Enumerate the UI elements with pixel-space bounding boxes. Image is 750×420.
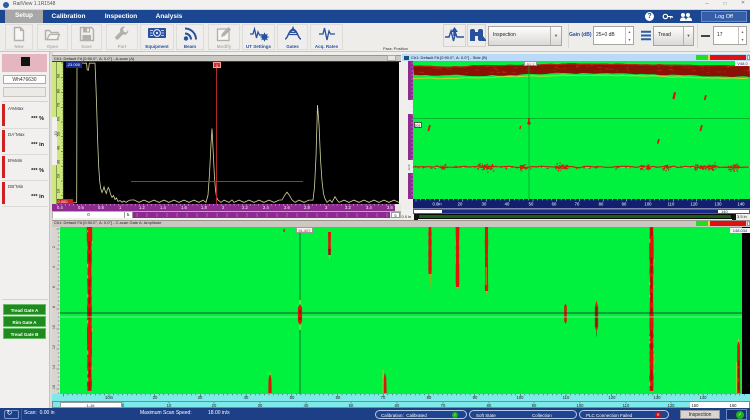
svg-text:120: 120 [691,202,699,207]
svg-text:3.2: 3.2 [345,205,351,210]
svg-text:1.6: 1.6 [181,205,187,210]
svg-text:20: 20 [57,173,61,178]
svg-text:2.6: 2.6 [284,205,290,210]
svg-text:60: 60 [57,116,61,121]
svg-text:110: 110 [563,395,570,400]
svg-text:150: 150 [692,402,700,407]
svg-text:10: 10 [57,188,61,193]
svg-text:20: 20 [458,202,463,207]
svg-text:40: 40 [304,402,309,407]
svg-text:10: 10 [52,325,56,329]
svg-text:10in: 10in [105,395,114,400]
svg-text:110: 110 [623,402,630,407]
svg-text:50: 50 [529,202,534,207]
svg-text:4: 4 [52,266,56,268]
svg-text:16: 16 [52,385,56,389]
svg-text:3.4: 3.4 [366,205,372,210]
svg-text:2.4: 2.4 [263,205,269,210]
svg-text:-0.5: -0.5 [408,164,411,171]
svg-text:70: 70 [57,102,61,107]
svg-text:12: 12 [52,345,56,349]
svg-text:100: 100 [577,402,585,407]
svg-text:0.0in: 0.0in [432,202,442,207]
svg-text:20: 20 [153,395,158,400]
svg-text:0.6: 0.6 [78,205,84,210]
svg-text:70: 70 [575,202,580,207]
svg-text:30: 30 [482,202,487,207]
svg-text:30: 30 [57,159,61,164]
svg-text:6: 6 [52,286,56,288]
svg-text:50: 50 [57,131,61,136]
svg-text:120: 120 [668,402,676,407]
svg-text:8: 8 [52,306,56,308]
svg-text:90: 90 [473,395,478,400]
svg-text:80: 80 [599,202,604,207]
svg-text:100: 100 [645,202,653,207]
svg-text:0: 0 [122,402,125,407]
svg-text:2: 2 [52,246,56,248]
svg-text:50: 50 [349,402,354,407]
svg-text:110: 110 [668,202,675,207]
svg-text:10: 10 [167,402,172,407]
svg-text:0.4: 0.4 [57,205,63,210]
svg-text:60: 60 [336,395,341,400]
svg-text:1.8: 1.8 [201,205,207,210]
svg-text:14: 14 [52,365,56,369]
svg-text:80: 80 [427,395,432,400]
svg-text:90: 90 [532,402,537,407]
svg-text:0.8: 0.8 [98,205,104,210]
svg-text:2.2: 2.2 [242,205,248,210]
svg-text:20: 20 [212,402,217,407]
svg-text:1.4: 1.4 [160,205,166,210]
svg-text:70: 70 [441,402,446,407]
svg-text:3.6: 3.6 [387,205,393,210]
svg-text:80: 80 [57,88,61,93]
svg-text:2.8: 2.8 [304,205,310,210]
svg-text:1.2: 1.2 [139,205,145,210]
svg-text:50: 50 [290,395,295,400]
svg-text:160: 160 [730,402,738,407]
svg-text:140: 140 [738,202,746,207]
svg-text:90: 90 [622,202,627,207]
svg-text:60: 60 [395,402,400,407]
svg-text:80: 80 [487,402,492,407]
svg-text:130: 130 [715,202,723,207]
svg-text:60: 60 [552,202,557,207]
svg-text:30: 30 [258,402,263,407]
svg-text:90: 90 [57,73,61,78]
svg-text:40: 40 [505,202,510,207]
svg-text:120: 120 [609,395,617,400]
svg-text:40: 40 [57,145,61,150]
